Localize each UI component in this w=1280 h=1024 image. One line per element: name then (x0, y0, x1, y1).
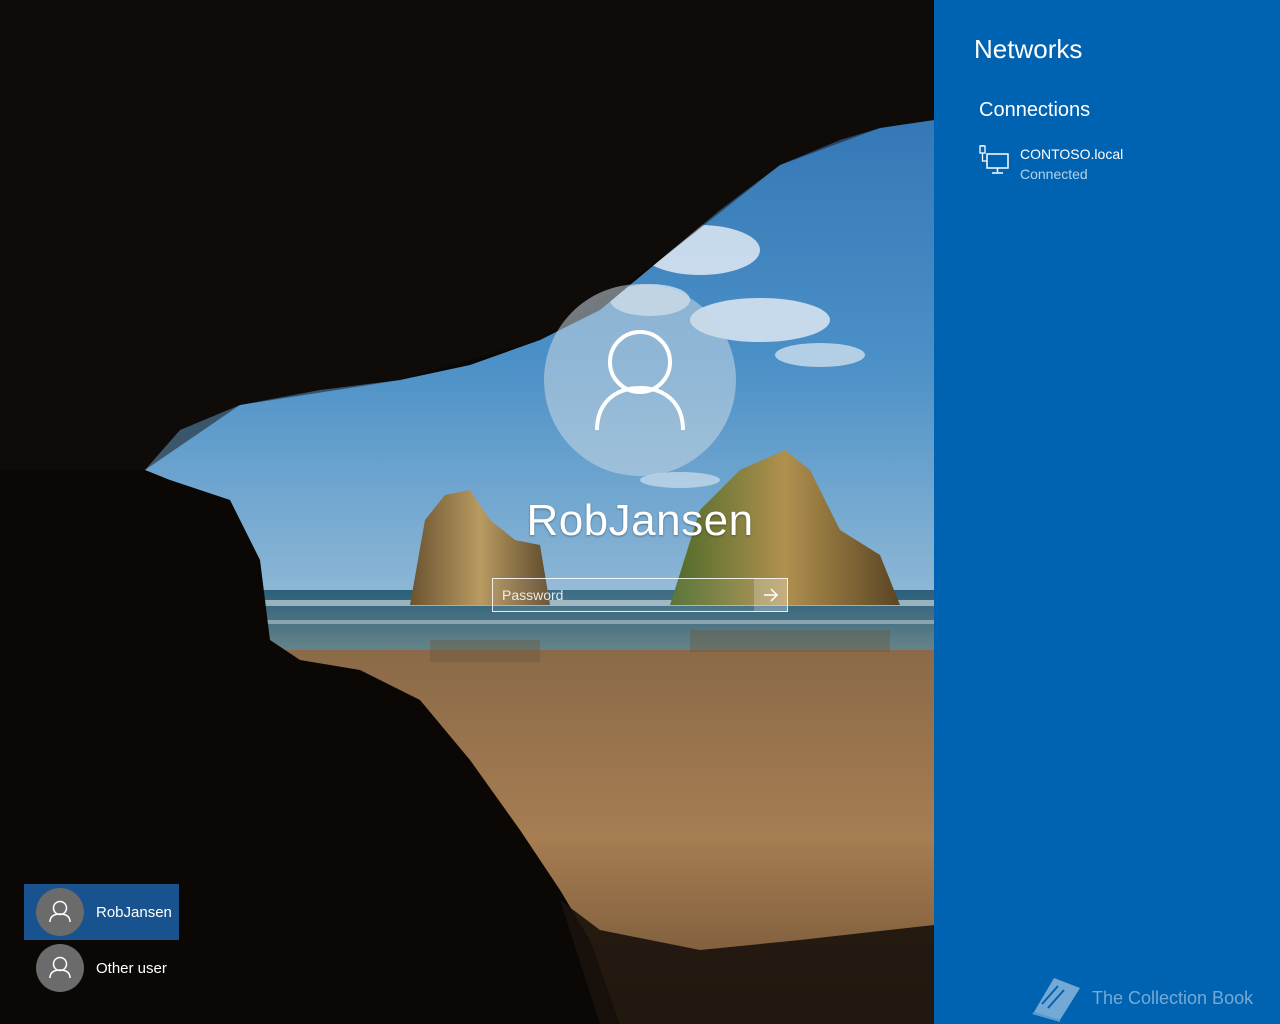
username-title: RobJansen (526, 496, 754, 545)
network-name: CONTOSO.local (1020, 146, 1124, 162)
wired-network-icon (979, 145, 1009, 174)
user-avatar-small (36, 944, 84, 992)
connections-heading: Connections (979, 99, 1091, 121)
user-icon (49, 900, 71, 923)
submit-button[interactable] (754, 579, 787, 611)
network-item-contoso[interactable]: CONTOSO.local Connected (978, 143, 1258, 187)
networks-pane: Networks Connections CONTOSO.local Conne… (934, 0, 1280, 1024)
user-icon (595, 330, 685, 431)
password-input[interactable] (493, 579, 755, 611)
user-tile-label: Other user (96, 959, 167, 977)
watermark-label: The Collection Book (1092, 987, 1254, 1008)
watermark: The Collection Book (1028, 974, 1253, 1022)
user-icon (49, 956, 71, 979)
lock-screen: RobJansen RobJansen Other user (0, 0, 934, 1024)
user-tile-other-user[interactable]: Other user (24, 940, 179, 996)
password-field-container (492, 578, 788, 612)
user-tile-robjansen[interactable]: RobJansen (24, 884, 179, 940)
user-avatar-small (36, 888, 84, 936)
network-status: Connected (1020, 166, 1088, 182)
user-tile-label: RobJansen (96, 903, 172, 921)
user-avatar-large (544, 284, 736, 476)
book-icon (1032, 978, 1080, 1022)
arrow-right-icon (763, 588, 778, 602)
networks-title: Networks (974, 34, 1083, 64)
